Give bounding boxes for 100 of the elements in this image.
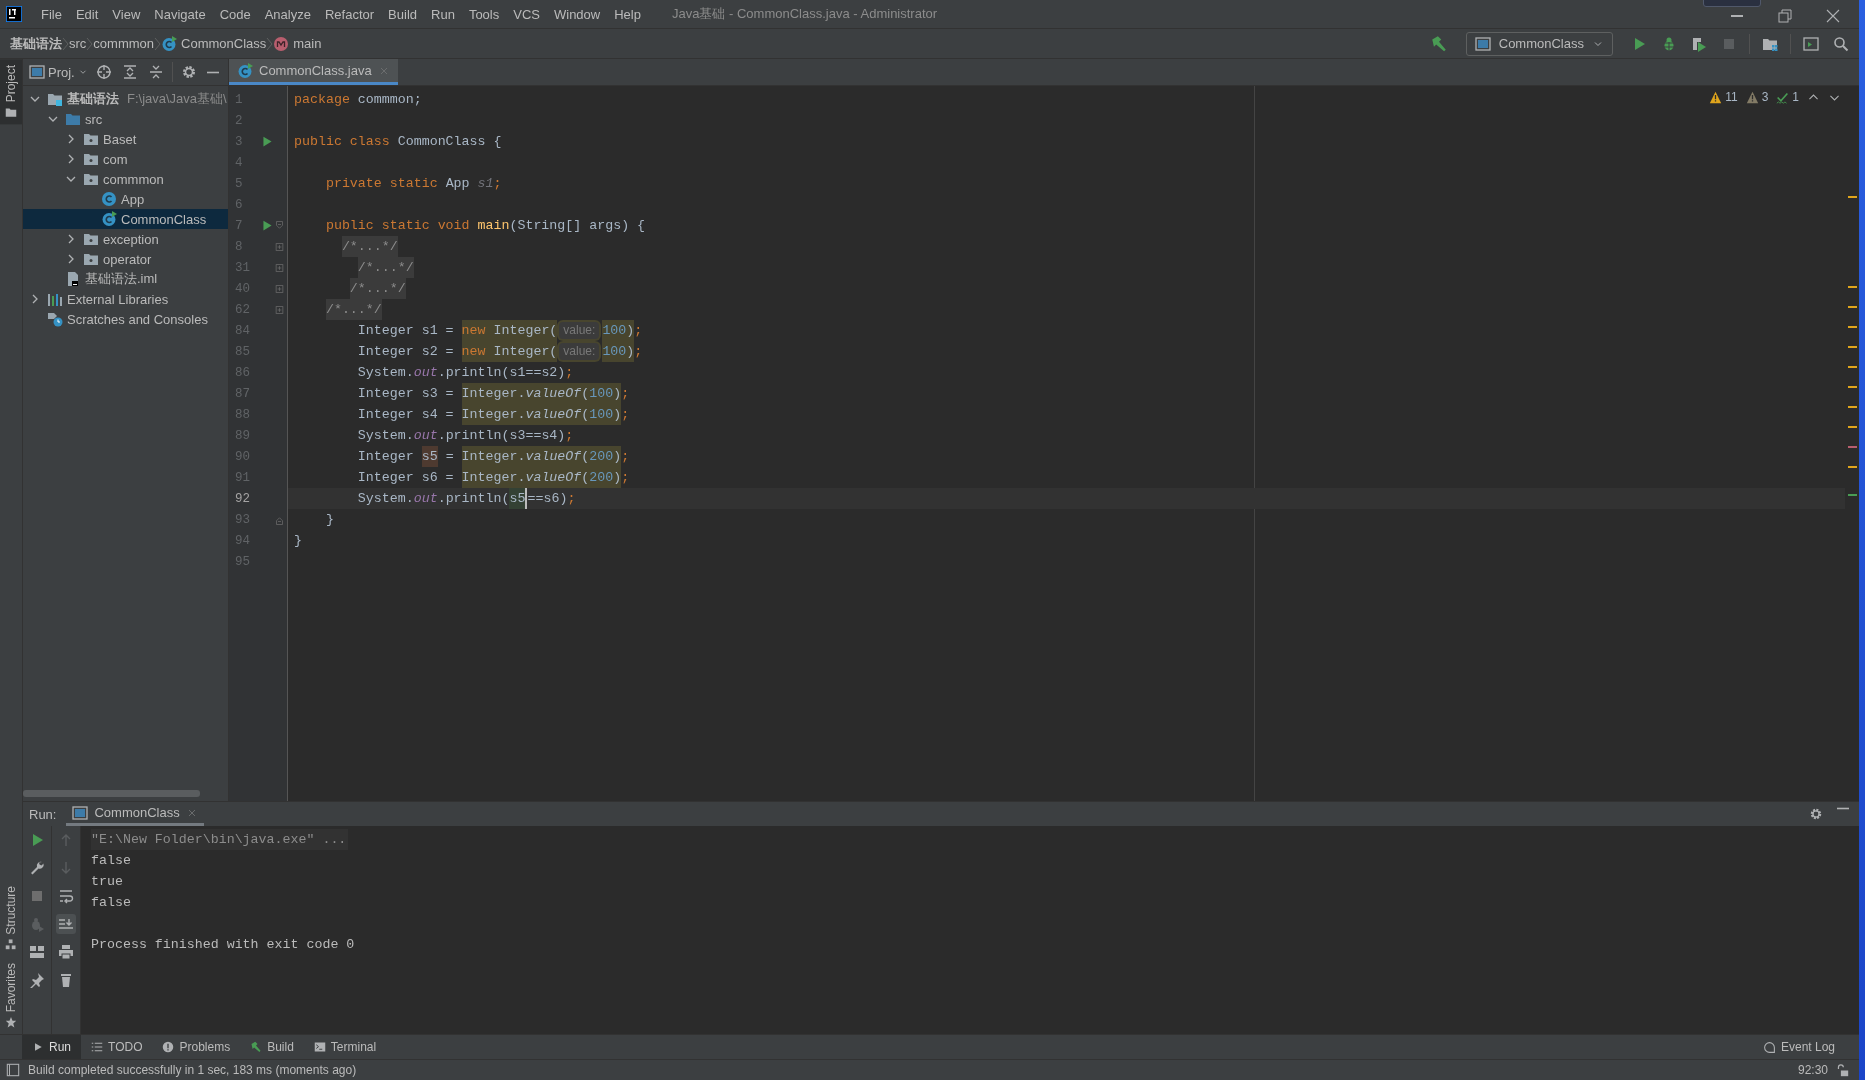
code-token: )	[626, 320, 635, 341]
menu-item[interactable]: Navigate	[147, 6, 213, 22]
code-token: }	[325, 511, 334, 529]
code-token: public class	[294, 133, 391, 151]
folded-code[interactable]: /*...*/	[349, 278, 406, 299]
code-token: s1	[477, 175, 494, 193]
code-token: (String[] args) {	[509, 217, 646, 235]
code-token: )	[613, 404, 622, 425]
package-folder-icon	[83, 231, 99, 247]
code-token: ;	[565, 427, 574, 445]
inspection-count[interactable]: 3	[1745, 90, 1769, 104]
code-token: (	[581, 467, 590, 488]
app-logo-icon	[6, 6, 22, 22]
menu-item[interactable]: Code	[212, 6, 258, 22]
code-token: Integer s6 =	[357, 469, 455, 487]
menu-item[interactable]: Help	[607, 6, 648, 22]
breadcrumb[interactable]: CommonClass	[161, 35, 267, 52]
folded-code[interactable]: /*...*/	[325, 299, 382, 320]
side-tab[interactable]: Favorites	[0, 956, 22, 1034]
lock-icon[interactable]	[1836, 1063, 1849, 1077]
run-icon[interactable]	[260, 135, 274, 148]
breadcrumb[interactable]: 基础语法	[10, 34, 62, 53]
code-token: (	[581, 383, 590, 404]
tool-tab[interactable]: Build	[240, 1035, 304, 1059]
tree-item[interactable]: CommonClass	[23, 209, 228, 229]
tool-tab[interactable]: TODO	[81, 1035, 153, 1059]
breadcrumb[interactable]: commmon	[93, 36, 155, 51]
code-token: ;	[621, 406, 630, 424]
tree-item[interactable]: commmon	[23, 169, 228, 189]
menu-item[interactable]: Edit	[68, 6, 106, 22]
chevron-icon	[62, 36, 69, 51]
side-tab[interactable]: Project	[0, 59, 22, 125]
tree-item[interactable]: com	[23, 149, 228, 169]
event-log-button[interactable]: Event Log	[1752, 1035, 1845, 1059]
project-view-dropdown[interactable]: Proj.	[29, 64, 88, 80]
run-icon[interactable]	[260, 219, 274, 232]
hammer-icon	[250, 1041, 263, 1053]
class-icon	[161, 35, 178, 52]
folded-code[interactable]: /*...*/	[357, 257, 414, 278]
code-token: ;	[634, 322, 643, 340]
tree-item[interactable]: 基础语法.iml	[23, 269, 228, 289]
menu-item[interactable]: Tools	[461, 6, 507, 22]
tree-item[interactable]: App	[23, 189, 228, 209]
scroll-end-button[interactable]	[56, 914, 76, 934]
side-tab[interactable]: Structure	[0, 879, 22, 957]
breadcrumb[interactable]: main	[273, 35, 322, 52]
code-token: ;	[621, 469, 630, 487]
restore-icon	[1777, 8, 1793, 24]
warning-icon	[1745, 90, 1759, 104]
code-token: Integer s2 =	[357, 343, 455, 361]
tree-item[interactable]: operator	[23, 249, 228, 269]
tree-item[interactable]: src	[23, 109, 228, 129]
code-token: ;	[621, 385, 630, 403]
window-icon	[72, 804, 89, 821]
tree-item[interactable]: Baset	[23, 129, 228, 149]
menu-item[interactable]: Run	[424, 6, 462, 22]
print-button[interactable]	[56, 942, 76, 962]
tree-item[interactable]: exception	[23, 229, 228, 249]
breadcrumb[interactable]: src	[69, 36, 87, 51]
path-hint: F:\java\Java基础\	[127, 90, 227, 108]
inspection-count[interactable]: 1	[1776, 90, 1799, 104]
tool-tab[interactable]: Terminal	[303, 1035, 387, 1059]
cursor-position[interactable]: 92:30	[1797, 1063, 1828, 1077]
hammer-icon	[1429, 34, 1448, 53]
menu-item[interactable]: File	[34, 6, 69, 22]
warning-icon	[1709, 90, 1723, 104]
menu-item[interactable]: Analyze	[257, 6, 318, 22]
panel-icon[interactable]	[6, 1063, 20, 1077]
code-token: valueOf	[525, 446, 582, 467]
tree-item[interactable]: 基础语法 F:\java\Java基础\	[23, 89, 228, 109]
stop-icon	[29, 888, 45, 904]
menu-item[interactable]: View	[105, 6, 148, 22]
menu-item[interactable]: Build	[381, 6, 424, 22]
tool-tab[interactable]: Problems	[152, 1035, 241, 1059]
run-config-dropdown[interactable]: CommonClass	[1465, 31, 1613, 56]
menu-item[interactable]: Window	[546, 6, 608, 22]
code-token: ;	[634, 343, 643, 361]
editor-tab[interactable]: CommonClass.java	[229, 59, 398, 85]
code-token: s5	[509, 488, 526, 509]
printer-icon	[58, 944, 74, 960]
code-token: ;	[565, 364, 574, 382]
code-token: )	[626, 341, 635, 362]
folded-code[interactable]: /*...*/	[341, 236, 398, 257]
parameter-hint: value:	[559, 343, 600, 360]
tree-item[interactable]: Scratches and Consoles	[23, 309, 228, 329]
wrench-icon	[29, 860, 45, 876]
library-icon	[47, 291, 63, 307]
chevron-icon	[154, 36, 162, 51]
scrollbar[interactable]	[23, 790, 200, 797]
code-token: )	[613, 467, 622, 488]
code-token: Integer.	[461, 404, 526, 425]
tool-tab[interactable]: Run	[22, 1035, 81, 1059]
class-icon	[101, 211, 117, 227]
menu-item[interactable]: Refactor	[317, 6, 382, 22]
window-title: Java基础 - CommonClass.java - Administrator	[671, 5, 938, 23]
inspection-count[interactable]: 11	[1709, 90, 1738, 104]
minus-icon	[206, 70, 219, 74]
code-token: ==	[525, 488, 544, 509]
menu-item[interactable]: VCS	[506, 6, 547, 22]
tree-item[interactable]: External Libraries	[23, 289, 228, 309]
